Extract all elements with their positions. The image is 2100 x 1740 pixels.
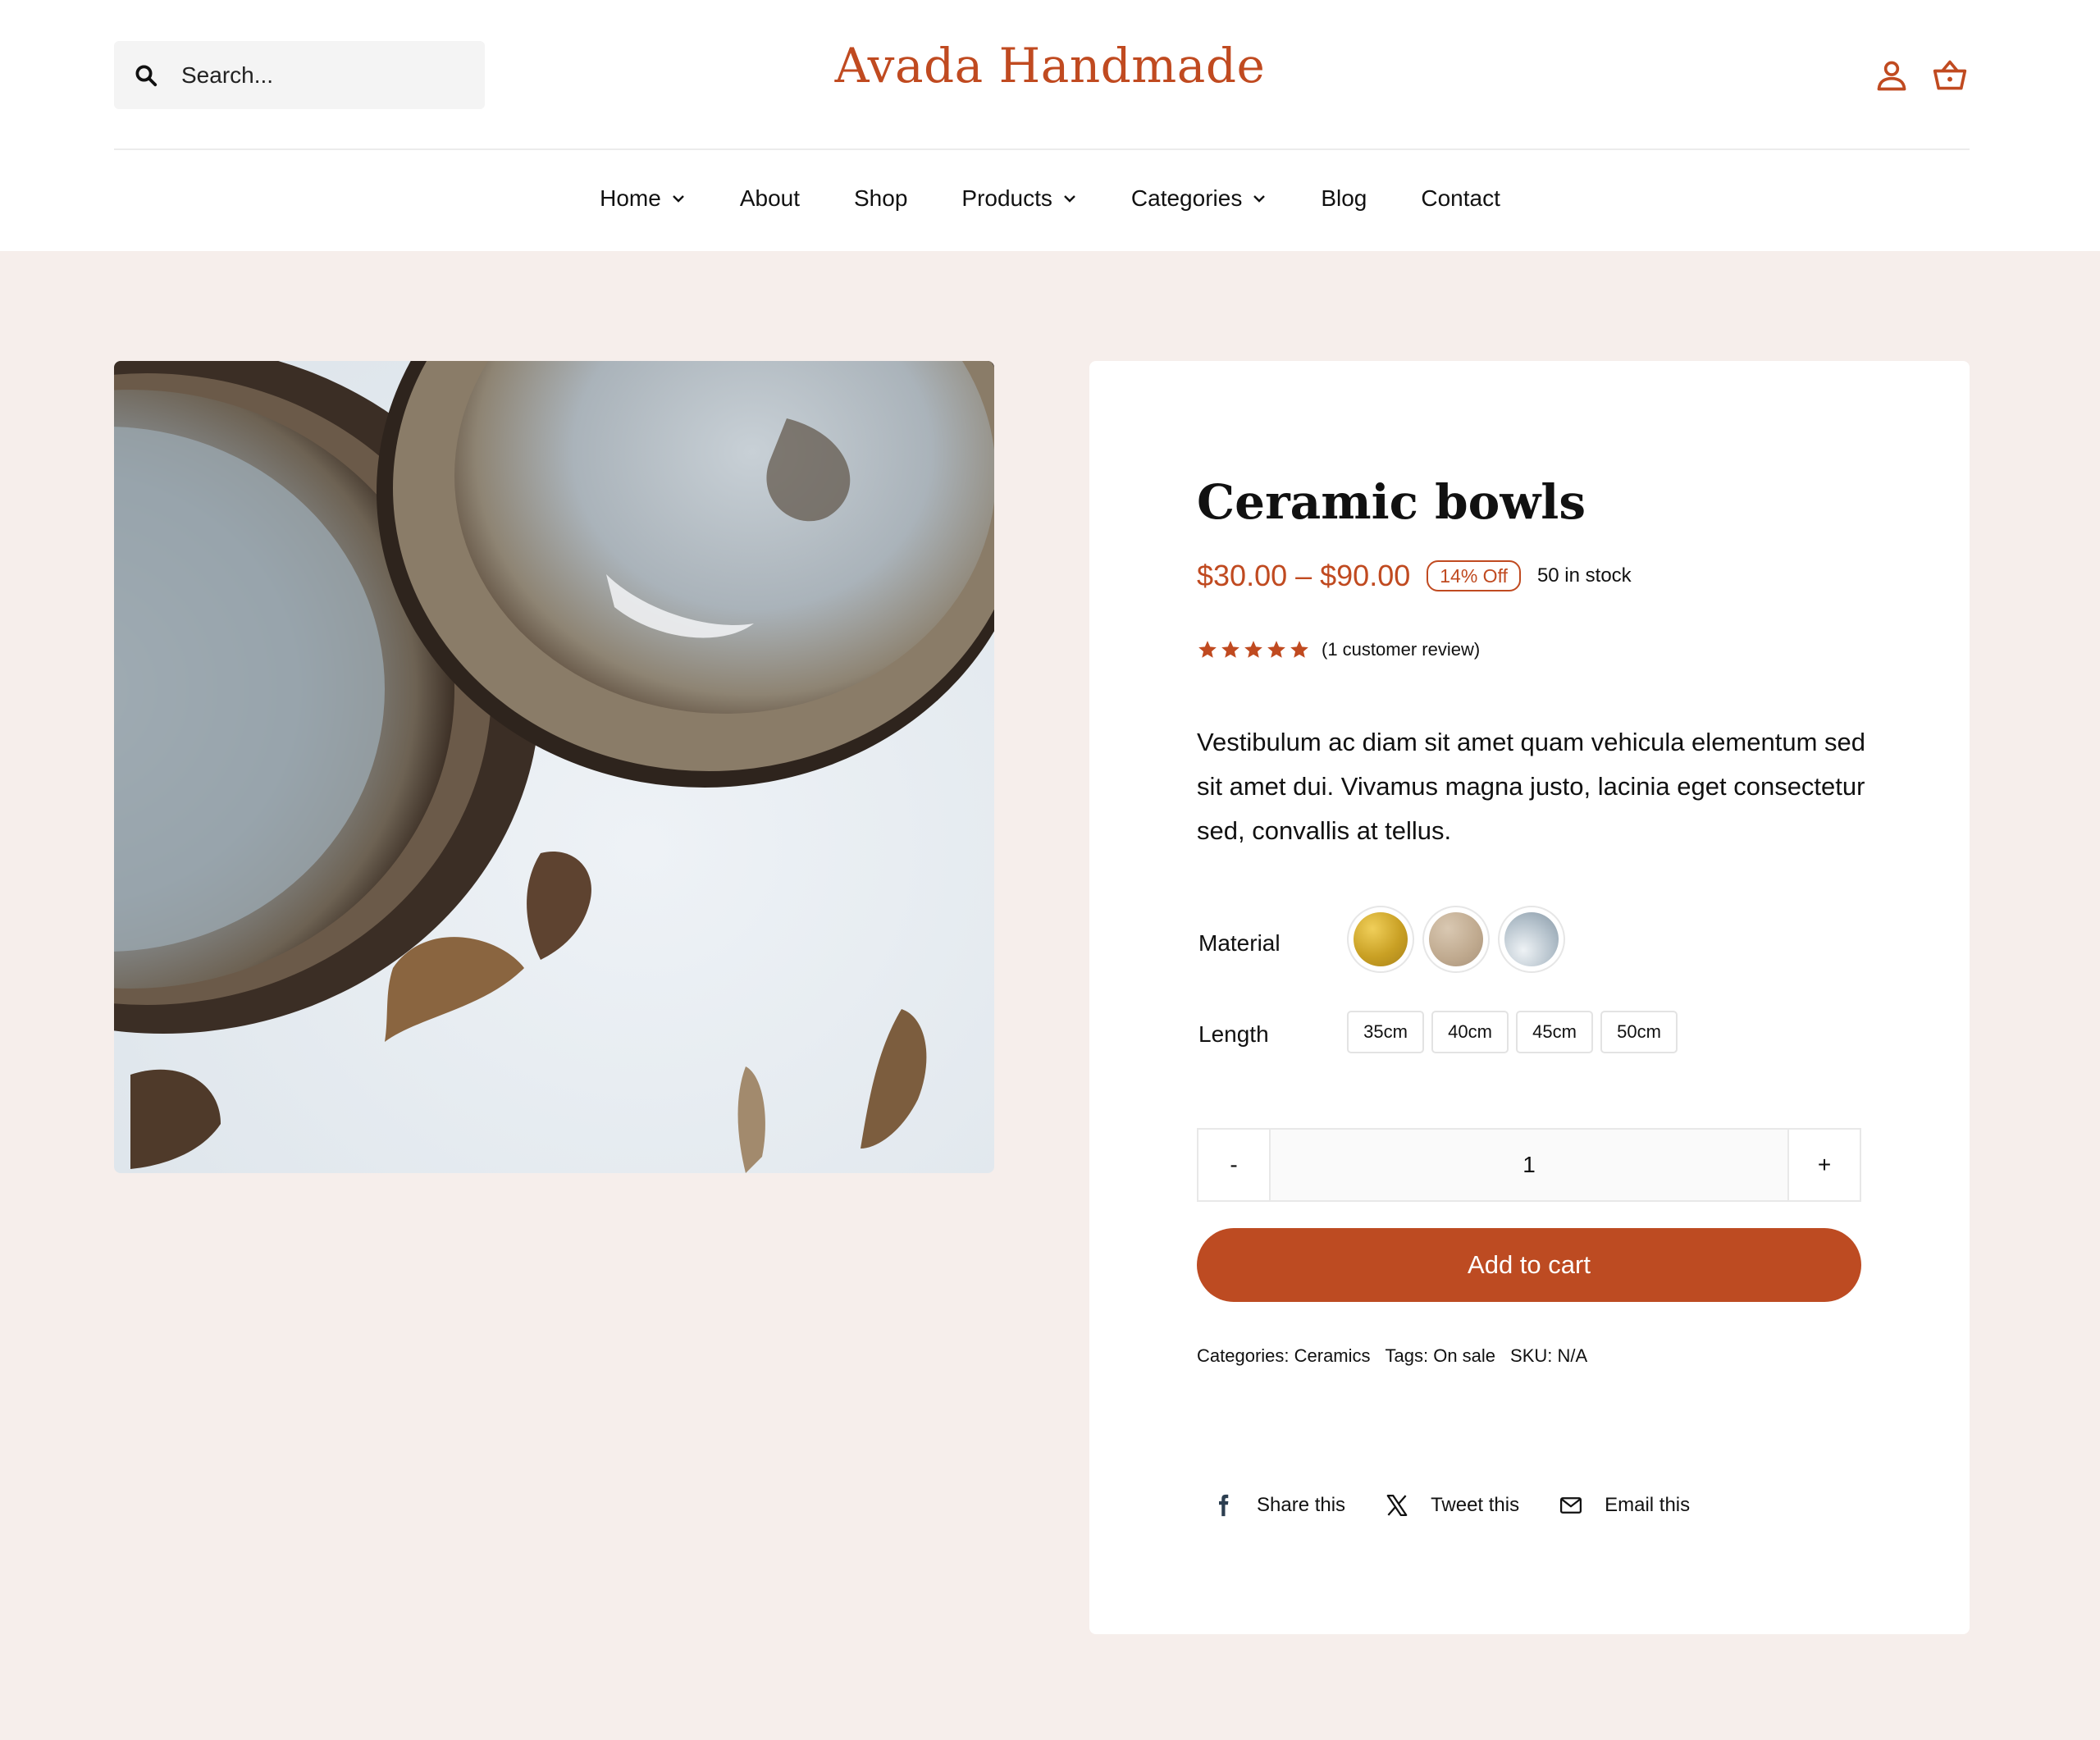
envelope-icon [1560, 1497, 1582, 1514]
quantity-stepper: - 1 + [1197, 1128, 1861, 1202]
user-icon[interactable] [1874, 57, 1910, 94]
star-rating [1197, 639, 1310, 660]
product-image [114, 361, 994, 1173]
discount-badge: 14% Off [1427, 560, 1521, 591]
sku-text: SKU: N/A [1510, 1345, 1588, 1366]
nav-item-label: Products [961, 185, 1052, 211]
material-swatches [1347, 906, 1565, 973]
nav-item-label: Contact [1421, 185, 1500, 211]
rating-row: (1 customer review) [1197, 636, 1480, 664]
nav-item-label: Categories [1130, 185, 1243, 211]
search-box[interactable] [114, 41, 485, 109]
product-meta: Categories: Ceramics Tags: On sale SKU: … [1197, 1345, 1587, 1367]
star-icon [1290, 641, 1308, 658]
material-swatch-gold[interactable] [1347, 906, 1414, 973]
product-price: $30.00 – $90.00 [1197, 559, 1411, 592]
length-option-50cm[interactable]: 50cm [1600, 1011, 1678, 1053]
share-email-button[interactable]: Email this [1559, 1493, 1690, 1518]
tags-link[interactable]: Tags: On sale [1386, 1345, 1496, 1367]
customer-review-link[interactable]: (1 customer review) [1322, 639, 1480, 660]
share-email-label: Email this [1605, 1494, 1691, 1516]
nav-item-contact[interactable]: Contact [1421, 180, 1500, 217]
nav-item-home[interactable]: Home [600, 180, 686, 217]
nav-item-shop[interactable]: Shop [854, 180, 907, 217]
header-divider [114, 148, 1970, 150]
star-icon [1244, 641, 1262, 658]
nav-item-about[interactable]: About [740, 180, 800, 217]
categories-link[interactable]: Categories: Ceramics [1197, 1345, 1371, 1367]
chevron-down-icon [1064, 195, 1075, 203]
nav-item-label: Home [600, 185, 661, 211]
site-header: Avada Handmade Home About Shop Products … [0, 0, 2100, 251]
basket-icon[interactable] [1932, 57, 1968, 94]
length-options: 35cm 40cm 45cm 50cm [1347, 1011, 1678, 1053]
chevron-down-icon [1253, 195, 1266, 203]
length-option-45cm[interactable]: 45cm [1516, 1011, 1593, 1053]
price-row: $30.00 – $90.00 14% Off 50 in stock [1197, 558, 1632, 594]
nav-item-categories[interactable]: Categories [1131, 180, 1267, 217]
length-option-40cm[interactable]: 40cm [1431, 1011, 1509, 1053]
main-nav: Home About Shop Products Categories Blog… [0, 180, 2100, 217]
nav-item-products[interactable]: Products [961, 180, 1077, 217]
product-summary-card: Ceramic bowls $30.00 – $90.00 14% Off 50… [1089, 361, 1970, 1634]
star-icon [1198, 641, 1217, 658]
nav-item-blog[interactable]: Blog [1321, 180, 1367, 217]
share-twitter-button[interactable]: Tweet this [1385, 1493, 1519, 1518]
nav-item-label: About [739, 185, 800, 211]
share-facebook-label: Share this [1257, 1494, 1346, 1516]
quantity-input[interactable]: 1 [1271, 1130, 1787, 1200]
star-icon [1221, 641, 1239, 658]
quantity-decrease-button[interactable]: - [1198, 1130, 1271, 1200]
quantity-increase-button[interactable]: + [1787, 1130, 1860, 1200]
product-description: Vestibulum ac diam sit amet quam vehicul… [1197, 728, 1866, 845]
x-twitter-icon [1386, 1495, 1408, 1516]
share-links: Share this Tweet this Email this [1211, 1493, 1729, 1518]
material-swatch-beige[interactable] [1422, 906, 1490, 973]
search-icon [135, 65, 158, 87]
share-twitter-label: Tweet this [1431, 1494, 1520, 1516]
star-icon [1267, 641, 1285, 658]
facebook-icon [1219, 1494, 1229, 1517]
chevron-down-icon [672, 195, 684, 203]
material-label: Material [1198, 930, 1281, 956]
nav-item-label: Shop [854, 185, 908, 211]
product-title: Ceramic bowls [1197, 474, 1586, 530]
length-option-35cm[interactable]: 35cm [1347, 1011, 1424, 1053]
share-facebook-button[interactable]: Share this [1211, 1493, 1345, 1518]
stock-status: 50 in stock [1536, 564, 1632, 587]
length-label: Length [1198, 1021, 1269, 1047]
nav-item-label: Blog [1321, 185, 1367, 211]
material-swatch-silver[interactable] [1498, 906, 1565, 973]
add-to-cart-button[interactable]: Add to cart [1197, 1228, 1861, 1302]
search-input[interactable] [181, 41, 477, 109]
